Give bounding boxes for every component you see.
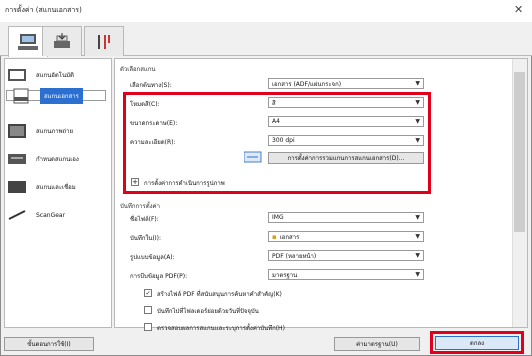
savein-label: บันทึกใน(I): <box>130 235 162 242</box>
format-select[interactable]: PDF (หลายหน้า) ▼ <box>268 250 424 261</box>
check-results-label: ตรวจสอบผลการสแกนและระบุการตั้งค่าบันทึก(… <box>157 325 285 332</box>
source-value: เอกสาร (ADF/แผ่นกระจก) <box>272 80 342 88</box>
pdf-compression-label: การบีบข้อมูล PDF(P): <box>130 273 188 280</box>
sidebar-item-custom-scan[interactable]: กำหนดสแกนเอง <box>6 146 106 172</box>
chevron-down-icon: ▼ <box>415 118 420 125</box>
instructions-button[interactable]: ขั้นตอนการใช้(I) <box>4 337 94 351</box>
subfolder-label: บันทึกไปที่โฟลเดอร์ย่อยด้วยวันที่ปัจจุบั… <box>157 308 259 315</box>
stitch-icon <box>8 181 26 193</box>
sidebar-item-auto-scan[interactable]: สแกนอัตโนมัติ <box>6 62 106 88</box>
color-mode-label: โหมดสี(C): <box>130 101 160 108</box>
defaults-button[interactable]: ค่ามาตรฐาน(U) <box>334 337 420 351</box>
scanner-computer-icon <box>18 34 38 50</box>
image-processing-toggle[interactable]: การตั้งค่าการดำเนินการรูปภาพ <box>144 178 225 188</box>
chevron-down-icon: ▼ <box>415 233 420 240</box>
sidebar-item-label: สแกนเอกสาร <box>40 87 83 104</box>
sidebar-item-label: สแกนและเชื่อม <box>36 184 76 191</box>
folder-icon: ▪ <box>272 232 277 241</box>
resolution-value: 300 dpi <box>272 137 295 144</box>
format-value: PDF (หลายหน้า) <box>272 252 317 260</box>
paper-size-select[interactable]: A4 ▼ <box>268 116 424 127</box>
resolution-select[interactable]: 300 dpi ▼ <box>268 135 424 146</box>
sidebar-item-label: สแกนภาพถ่าย <box>36 128 74 135</box>
color-mode-value: สี <box>272 99 276 107</box>
format-label: รูปแบบข้อมูล(A): <box>130 254 175 261</box>
scanner-icon <box>54 32 70 48</box>
expand-icon[interactable]: + <box>131 178 139 186</box>
check-results-checkbox[interactable] <box>144 323 152 331</box>
sidebar-item-document-scan[interactable]: สแกนเอกสาร <box>6 87 106 104</box>
sidebar-item-stitch[interactable]: สแกนและเชื่อม <box>6 174 106 200</box>
sidebar-item-photo-scan[interactable]: สแกนภาพถ่าย <box>6 118 106 144</box>
subfolder-checkbox[interactable] <box>144 306 152 314</box>
chevron-down-icon: ▼ <box>415 80 420 87</box>
chevron-down-icon: ▼ <box>415 271 420 278</box>
document-scan-settings-icon <box>243 151 262 165</box>
pdf-compression-select[interactable]: มาตรฐาน ▼ <box>268 269 424 280</box>
savein-value: เอกสาร <box>279 233 300 241</box>
keyword-search-label: สร้างไฟล์ PDF ที่สนับสนุนการค้นหาคำสำคัญ… <box>157 291 282 298</box>
pdf-compression-value: มาตรฐาน <box>272 271 298 279</box>
paper-size-label: ขนาดกระดาษ(E): <box>130 120 178 127</box>
close-icon[interactable]: ✕ <box>514 3 523 16</box>
sidebar-item-label: กำหนดสแกนเอง <box>36 156 79 163</box>
sidebar-item-scangear[interactable]: ScanGear <box>6 202 106 228</box>
sidebar-item-label: ScanGear <box>36 211 66 219</box>
scrollbar-thumb[interactable] <box>514 72 525 232</box>
filename-input[interactable]: IMG ▼ <box>268 212 424 223</box>
custom-scan-icon <box>8 154 26 164</box>
photo-icon <box>8 124 26 138</box>
chevron-down-icon: ▼ <box>415 137 420 144</box>
scangear-icon <box>8 210 26 220</box>
filename-value: IMG <box>272 214 284 221</box>
chevron-down-icon: ▼ <box>415 99 420 106</box>
pdf-document-icon <box>13 88 29 103</box>
chevron-down-icon: ▼ <box>415 252 420 259</box>
tab-scanner[interactable] <box>42 26 82 56</box>
resolution-label: ความละเอียด(R): <box>130 139 176 146</box>
savein-select[interactable]: ▪ เอกสาร ▼ <box>268 231 424 242</box>
ok-button[interactable]: ตกลง <box>435 336 519 350</box>
window-title: การตั้งค่า (สแกนเอกสาร) <box>5 6 82 14</box>
color-mode-select[interactable]: สี ▼ <box>268 97 424 108</box>
sidebar-item-label: สแกนอัตโนมัติ <box>36 72 74 79</box>
scan-options-group-label: ตัวเลือกสแกน <box>120 66 156 73</box>
keyword-search-checkbox[interactable]: ✓ <box>144 289 152 297</box>
tab-tools[interactable] <box>84 26 124 56</box>
source-label: เลือกต้นทาง(S): <box>130 82 172 89</box>
paper-size-value: A4 <box>272 118 280 125</box>
save-settings-group-label: บันทึกการตั้งค่า <box>120 203 160 210</box>
source-select[interactable]: เอกสาร (ADF/แผ่นกระจก) ▼ <box>268 78 424 89</box>
document-settings-button[interactable]: การตั้งค่าการรวมแกนการสแกนเอกสาร(D)... <box>268 152 424 164</box>
chevron-down-icon: ▼ <box>415 214 420 221</box>
filename-label: ชื่อไฟล์(F): <box>130 216 159 223</box>
auto-scan-icon <box>8 69 26 81</box>
tools-icon <box>98 34 110 49</box>
